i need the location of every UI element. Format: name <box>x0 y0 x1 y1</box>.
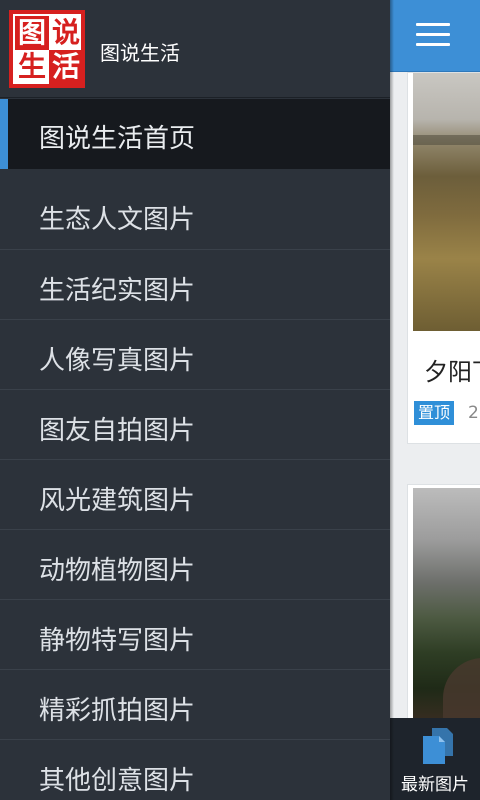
drawer-item-ecology-culture[interactable]: 生态人文图片 <box>0 179 390 249</box>
card-photo[interactable] <box>413 488 480 724</box>
drawer-item-label: 生活纪实图片 <box>39 276 196 306</box>
drawer-item-home[interactable]: 图说生活首页 <box>0 99 390 169</box>
pinned-badge: 置顶 <box>414 401 455 425</box>
tab-label: 最新图片 <box>401 775 469 795</box>
site-logo[interactable]: 图 说 生 活 <box>9 10 85 88</box>
drawer-item-label: 动物植物图片 <box>39 556 196 586</box>
navigation-drawer: 图 说 生 活 图说生活 图说生活首页 生态人文图片 生活纪实图片 人像写真图片… <box>0 0 390 800</box>
drawer-item-label: 人像写真图片 <box>39 346 196 376</box>
drawer-item-still-life[interactable]: 静物特写图片 <box>0 599 390 669</box>
active-indicator <box>0 99 8 169</box>
card-date: 2 <box>468 403 479 423</box>
drawer-item-label: 图说生活首页 <box>39 124 196 154</box>
documents-icon <box>423 728 453 764</box>
category-list: 生态人文图片 生活纪实图片 人像写真图片 图友自拍图片 风光建筑图片 动物植物图… <box>0 179 390 800</box>
logo-char: 图 <box>15 16 49 50</box>
drawer-header: 图 说 生 活 图说生活 <box>0 0 390 98</box>
main-content: 夕阳下 置顶 2 最新图片 <box>390 0 480 800</box>
logo-char: 生 <box>17 50 46 83</box>
logo-char: 活 <box>49 50 83 84</box>
card-title[interactable]: 夕阳下 <box>424 352 480 387</box>
drawer-item-label: 精彩抓拍图片 <box>39 696 196 726</box>
photo-card[interactable] <box>407 484 480 724</box>
photo-card[interactable]: 夕阳下 置顶 2 <box>407 72 480 444</box>
drawer-item-label: 生态人文图片 <box>39 205 196 235</box>
site-name: 图说生活 <box>100 41 180 65</box>
drawer-item-label: 风光建筑图片 <box>39 486 196 516</box>
drawer-item-label: 其他创意图片 <box>39 766 196 796</box>
drawer-item-landscape-architecture[interactable]: 风光建筑图片 <box>0 459 390 529</box>
drawer-item-snapshots[interactable]: 精彩抓拍图片 <box>0 669 390 739</box>
logo-char: 说 <box>51 16 80 49</box>
drawer-item-portrait[interactable]: 人像写真图片 <box>0 319 390 389</box>
drawer-item-other-creative[interactable]: 其他创意图片 <box>0 739 390 800</box>
hamburger-menu-icon[interactable] <box>416 23 450 47</box>
card-photo[interactable] <box>413 73 480 331</box>
drawer-item-animals-plants[interactable]: 动物植物图片 <box>0 529 390 599</box>
tab-latest-photos[interactable]: 最新图片 <box>390 718 480 800</box>
drawer-item-life-documentary[interactable]: 生活纪实图片 <box>0 249 390 319</box>
drawer-item-label: 图友自拍图片 <box>39 416 196 446</box>
app-screen: 夕阳下 置顶 2 最新图片 图 说 生 活 图说生活 <box>0 0 480 800</box>
drawer-item-selfie[interactable]: 图友自拍图片 <box>0 389 390 459</box>
drawer-item-label: 静物特写图片 <box>39 626 196 656</box>
drawer-shadow <box>390 0 394 800</box>
top-bar <box>390 0 480 72</box>
